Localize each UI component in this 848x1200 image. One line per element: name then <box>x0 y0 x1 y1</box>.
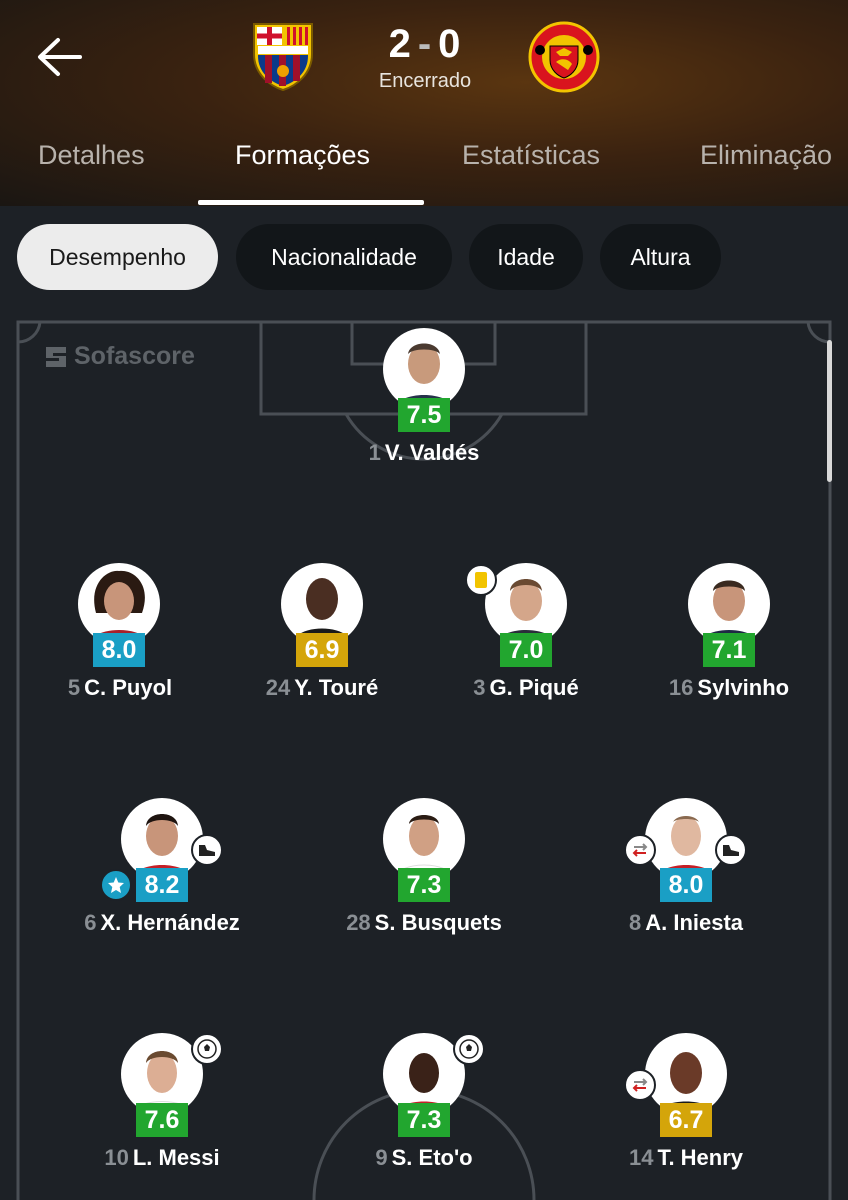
fc-barcelona-crest-icon[interactable] <box>250 20 316 92</box>
player-name-text: T. Henry <box>657 1145 744 1170</box>
man-of-the-match-star-icon <box>100 869 132 901</box>
player-rating: 7.3 <box>398 1103 450 1137</box>
substitution-icon <box>624 1069 656 1101</box>
player-number: 8 <box>628 910 642 935</box>
player-name-text: G. Piqué <box>489 675 579 700</box>
player-rating: 7.3 <box>398 868 450 902</box>
player-name-text: S. Eto'o <box>391 1145 473 1170</box>
player-rating: 7.0 <box>500 633 552 667</box>
player-name-text: S. Busquets <box>374 910 502 935</box>
boot-assist-icon <box>191 834 223 866</box>
player-name: 1 V. Valdés <box>369 440 480 466</box>
tab-detalhes[interactable]: Detalhes <box>38 140 145 171</box>
home-score: 2 <box>388 22 412 66</box>
match-status: Encerrado <box>378 70 472 92</box>
yellow-card-icon <box>465 564 497 596</box>
manchester-united-crest-icon[interactable] <box>528 20 600 94</box>
player-name: 16 Sylvinho <box>669 675 789 701</box>
player-name-text: A. Iniesta <box>645 910 744 935</box>
player-name-text: Y. Touré <box>294 675 379 700</box>
player-name-text: X. Hernández <box>100 910 240 935</box>
chip-idade[interactable]: Idade <box>469 224 583 290</box>
player-number: 14 <box>628 1145 654 1170</box>
player-number: 28 <box>346 910 371 935</box>
player-name: 6 X. Hernández <box>84 910 240 936</box>
player-name: 5 C. Puyol <box>68 675 172 701</box>
sofascore-label: Sofascore <box>74 342 195 370</box>
player-name-text: Sylvinho <box>697 675 790 700</box>
player-name: 8 A. Iniesta <box>629 910 743 936</box>
sofascore-watermark: Sofascore <box>44 342 195 371</box>
player-name: 3 G. Piqué <box>473 675 579 701</box>
match-header: 2-0 Encerrado Detalhes Formações Estatís… <box>0 0 848 206</box>
player-number: 5 <box>67 675 81 700</box>
tab-formacoes[interactable]: Formações <box>235 140 370 171</box>
player-name: 14 T. Henry <box>629 1145 743 1171</box>
filter-chip-bar: Desempenho Nacionalidade Idade Altura <box>0 206 848 308</box>
tab-eliminacao[interactable]: Eliminação <box>700 140 832 171</box>
ball-goal-icon <box>191 1033 223 1065</box>
sofascore-logo-icon <box>46 346 66 367</box>
player-name-text: V. Valdés <box>384 440 480 465</box>
player-number: 24 <box>265 675 291 700</box>
player-rating: 8.0 <box>660 868 712 902</box>
player-name-text: C. Puyol <box>84 675 173 700</box>
scrollbar[interactable] <box>827 340 832 482</box>
player-name: 24 Y. Touré <box>266 675 378 701</box>
chip-altura[interactable]: Altura <box>600 224 721 290</box>
player-rating: 8.0 <box>93 633 145 667</box>
player-rating: 6.9 <box>296 633 348 667</box>
chip-nacionalidade[interactable]: Nacionalidade <box>236 224 452 290</box>
player-number: 6 <box>84 910 97 935</box>
substitution-icon <box>624 834 656 866</box>
player-rating: 7.1 <box>703 633 755 667</box>
player-rating: 6.7 <box>660 1103 712 1137</box>
player-name: 9 S. Eto'o <box>375 1145 472 1171</box>
player-rating: 7.5 <box>398 398 450 432</box>
tab-bar: Detalhes Formações Estatísticas Eliminaç… <box>0 130 848 206</box>
tab-estatisticas[interactable]: Estatísticas <box>462 140 600 171</box>
back-arrow-icon[interactable] <box>36 36 82 78</box>
player-number: 1 <box>368 440 381 465</box>
player-number: 9 <box>375 1145 388 1170</box>
player-number: 3 <box>473 675 486 700</box>
player-name: 10 L. Messi <box>104 1145 219 1171</box>
chip-desempenho[interactable]: Desempenho <box>17 224 218 290</box>
match-score: 2-0 <box>358 22 492 67</box>
boot-assist-icon <box>715 834 747 866</box>
player-rating: 8.2 <box>136 868 188 902</box>
player-rating: 7.6 <box>136 1103 188 1137</box>
player-number: 16 <box>668 675 694 700</box>
player-name-text: L. Messi <box>132 1145 220 1170</box>
player-name: 28 S. Busquets <box>346 910 502 936</box>
score-separator: - <box>417 22 433 66</box>
active-tab-indicator <box>198 200 424 205</box>
away-score: 0 <box>438 22 462 66</box>
player-number: 10 <box>104 1145 129 1170</box>
ball-goal-icon <box>453 1033 485 1065</box>
